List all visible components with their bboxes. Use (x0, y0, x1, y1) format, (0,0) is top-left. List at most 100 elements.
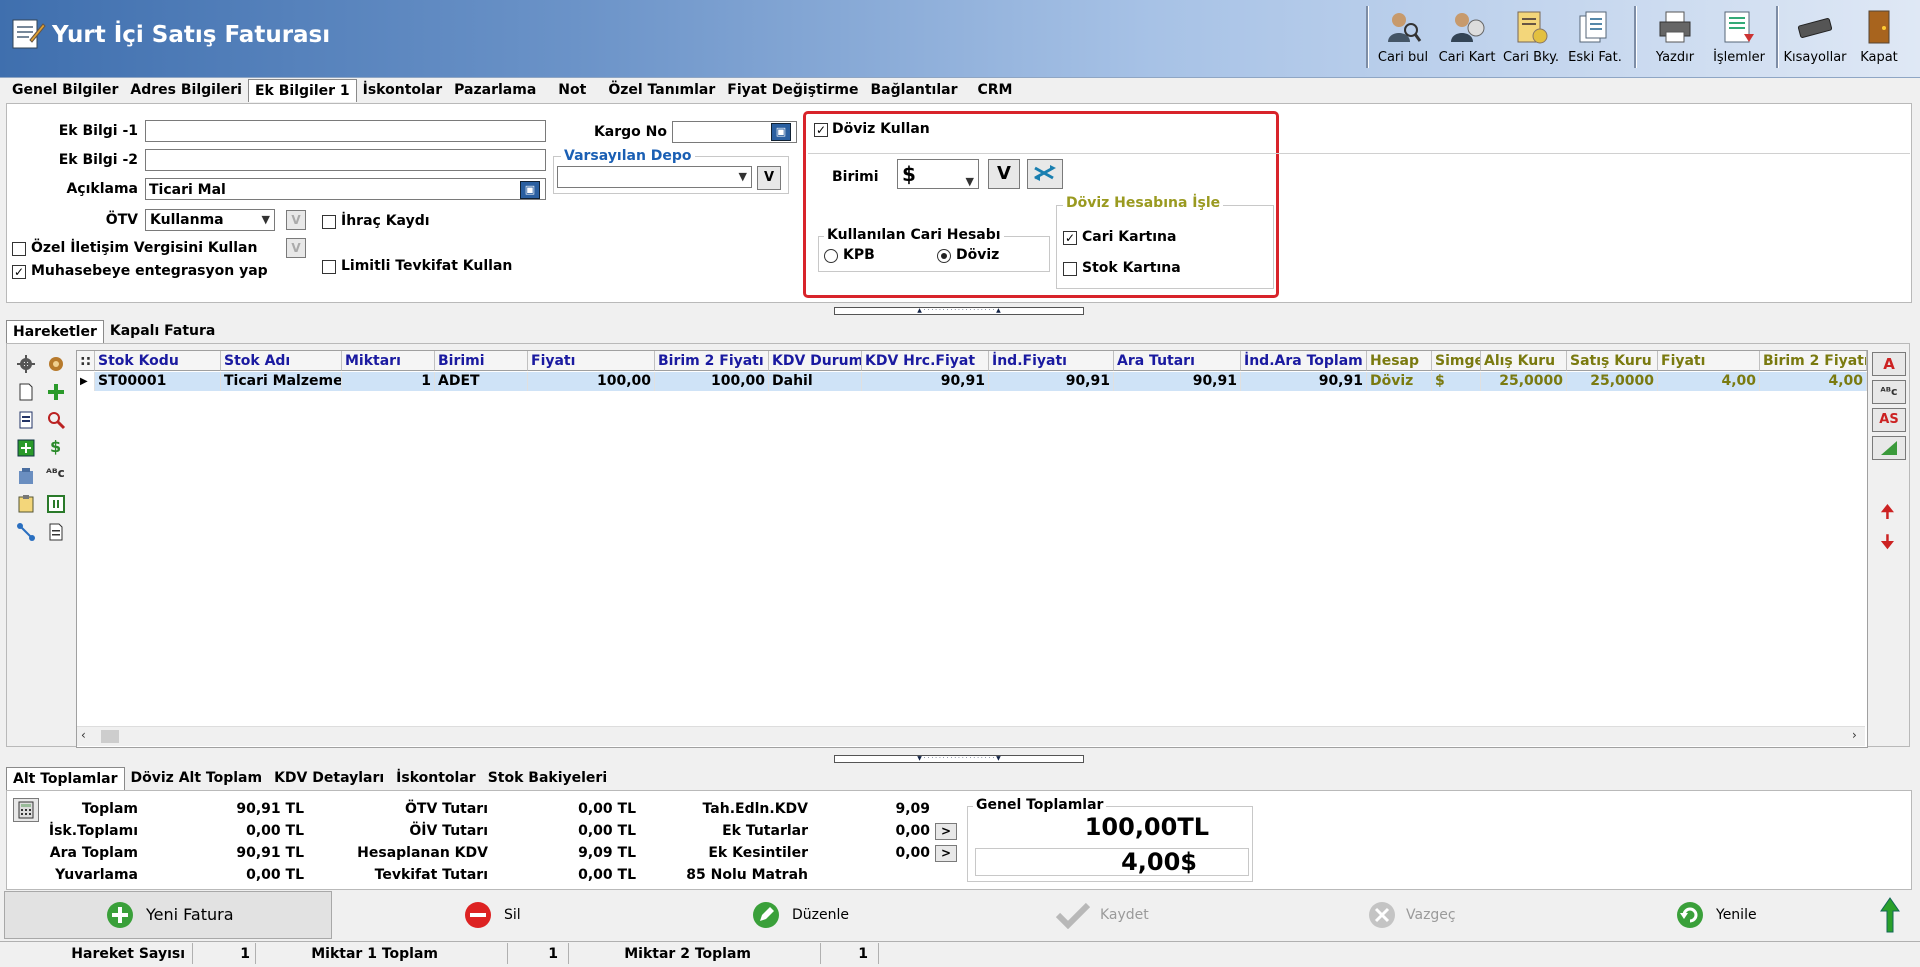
table-cell[interactable]: Dahil (769, 372, 862, 391)
doviz-kullan-checkbox[interactable]: ✓ (814, 123, 828, 137)
cari-bakiye-button[interactable]: Cari Bky. (1500, 4, 1562, 70)
exchange-rate-button[interactable] (1027, 159, 1063, 189)
panel-splitter[interactable]: ▲ · · · · · · · · · · · · · · · · · · · … (834, 307, 1084, 315)
col-header-doviz-fiyati[interactable]: Fiyatı (1658, 351, 1760, 371)
ozel-iletisim-checkbox[interactable] (12, 242, 26, 256)
table-cell[interactable]: 90,91 (1114, 372, 1241, 391)
calculator-button[interactable] (13, 798, 39, 822)
col-header-birimi[interactable]: Birimi (435, 351, 528, 371)
yazdir-button[interactable]: Yazdır (1644, 4, 1706, 70)
search-zoom-icon[interactable] (46, 410, 66, 430)
aciklama-lookup-icon[interactable]: ▣ (520, 181, 540, 199)
col-header-doviz-birim2-fiyati[interactable]: Birim 2 Fiyatı (1760, 351, 1867, 371)
tab-kapali-fatura[interactable]: Kapalı Fatura (104, 320, 221, 342)
tab-hareketler[interactable]: Hareketler (6, 320, 104, 343)
tab-doviz-alt-toplam[interactable]: Döviz Alt Toplam (125, 767, 269, 789)
table-cell[interactable]: 90,91 (862, 372, 989, 391)
tab-iskontolar-bottom[interactable]: İskontolar (390, 767, 482, 789)
col-header-kdv-durumu[interactable]: KDV Durumu (769, 351, 862, 371)
varsayilan-depo-select[interactable]: ▼ (557, 166, 752, 188)
table-cell[interactable]: 90,91 (989, 372, 1114, 391)
tab-iskontolar[interactable]: İskontolar (357, 79, 449, 101)
kapat-button[interactable]: Kapat (1848, 4, 1910, 70)
columns-gear-icon[interactable] (46, 354, 66, 374)
text-format-icon[interactable]: ᴬᴮc (46, 466, 65, 480)
col-header-satis-kuru[interactable]: Satış Kuru (1567, 351, 1658, 371)
grid-splitter[interactable]: ▼ · · · · · · · · · · · · · · · · · · · … (834, 755, 1084, 763)
ozel-iletisim-v-button[interactable]: V (286, 238, 306, 258)
tab-baglantilar[interactable]: Bağlantılar (865, 79, 964, 101)
col-header-birim2-fiyati[interactable]: Birim 2 Fiyatı (655, 351, 769, 371)
add-green-box-icon[interactable] (16, 438, 36, 458)
sil-button[interactable]: Sil (504, 907, 521, 923)
font-as-button[interactable]: AS (1872, 408, 1906, 432)
col-header-hesap[interactable]: Hesap (1367, 351, 1432, 371)
text-case-button[interactable]: ᴬᴮc (1872, 380, 1906, 404)
col-header-stok-adi[interactable]: Stok Adı (221, 351, 342, 371)
cari-kart-button[interactable]: Cari Kart (1436, 4, 1498, 70)
depo-v-button[interactable]: V (757, 166, 781, 190)
tab-alt-toplamlar[interactable]: Alt Toplamlar (6, 767, 125, 790)
ek-bilgi-1-input[interactable] (145, 120, 546, 142)
scroll-right-icon[interactable]: › (1852, 728, 1857, 742)
ek-kesintiler-button[interactable]: > (935, 845, 957, 862)
yenile-button[interactable]: Yenile (1716, 907, 1757, 923)
tab-genel-bilgiler[interactable]: Genel Bilgiler (6, 79, 124, 101)
settings-gear-icon[interactable] (16, 354, 36, 374)
table-cell[interactable]: $ (1432, 372, 1481, 391)
table-cell[interactable]: 25,0000 (1481, 372, 1567, 391)
tab-crm[interactable]: CRM (964, 79, 1027, 101)
col-header-ara-tutari[interactable]: Ara Tutarı (1114, 351, 1241, 371)
refresh-green-circle-icon[interactable] (1676, 901, 1704, 929)
table-cell[interactable]: 4,00 (1760, 372, 1867, 391)
report-page-icon[interactable] (46, 522, 66, 542)
table-cell[interactable]: ADET (435, 372, 528, 391)
horizontal-scrollbar[interactable]: ‹ › (77, 726, 1865, 746)
cari-kartina-checkbox[interactable]: ✓ (1063, 231, 1077, 245)
tab-not[interactable]: Not (542, 79, 602, 101)
cari-bul-button[interactable]: Cari bul (1372, 4, 1434, 70)
table-cell[interactable]: 1 (342, 372, 435, 391)
table-cell[interactable]: Ticari Malzeme (221, 372, 342, 391)
stok-kartina-checkbox[interactable] (1063, 262, 1077, 276)
dollar-icon[interactable]: $ (50, 437, 61, 456)
col-header-stok-kodu[interactable]: Stok Kodu (95, 351, 221, 371)
move-down-arrow-icon[interactable]: 🠋 (1880, 530, 1895, 560)
document-list-icon[interactable] (16, 410, 36, 430)
kpb-radio[interactable] (824, 249, 838, 263)
delete-red-circle-icon[interactable] (464, 901, 492, 929)
otv-select[interactable]: Kullanma ▼ (145, 209, 275, 231)
scroll-top-arrow-icon[interactable] (1880, 897, 1900, 933)
font-a-button[interactable]: A (1872, 352, 1906, 376)
duzenle-button[interactable]: Düzenle (792, 907, 849, 923)
tab-stok-bakiyeleri[interactable]: Stok Bakiyeleri (482, 767, 613, 789)
clipboard-icon[interactable] (16, 494, 36, 514)
col-header-miktari[interactable]: Miktarı (342, 351, 435, 371)
table-cell[interactable]: 100,00 (655, 372, 769, 391)
tab-ek-bilgiler-1[interactable]: Ek Bilgiler 1 (247, 79, 357, 102)
tab-pazarlama[interactable]: Pazarlama (448, 79, 542, 101)
save-check-icon[interactable] (1056, 901, 1090, 929)
eski-fatura-button[interactable]: Eski Fat. (1564, 4, 1626, 70)
muhasebe-checkbox[interactable]: ✓ (12, 265, 26, 279)
birimi-select[interactable]: $ ▼ (897, 159, 979, 189)
ek-tutarlar-button[interactable]: > (935, 823, 957, 840)
tab-ozel-tanimlar[interactable]: Özel Tanımlar (602, 79, 721, 101)
scroll-thumb[interactable] (101, 730, 119, 743)
kargo-lookup-icon[interactable]: ▣ (771, 123, 791, 141)
kisayollar-button[interactable]: Kısayollar (1783, 4, 1847, 70)
kaydet-button[interactable]: Kaydet (1100, 907, 1149, 923)
scroll-left-icon[interactable]: ‹ (81, 728, 86, 742)
tab-fiyat-degistirme[interactable]: Fiyat Değiştirme (721, 79, 864, 101)
limitli-tevkifat-checkbox[interactable] (322, 260, 336, 274)
table-cell[interactable]: 90,91 (1241, 372, 1367, 391)
tab-kdv-detaylari[interactable]: KDV Detayları (268, 767, 390, 789)
birimi-v-button[interactable]: V (988, 159, 1020, 189)
ihrac-kaydi-checkbox[interactable] (322, 215, 336, 229)
add-plus-icon[interactable] (46, 382, 66, 402)
move-up-arrow-icon[interactable]: 🠉 (1880, 500, 1895, 530)
col-header-simge[interactable]: Simge (1432, 351, 1481, 371)
pause-box-icon[interactable] (46, 494, 66, 514)
otv-v-button[interactable]: V (286, 210, 306, 230)
vazgec-button[interactable]: Vazgeç (1406, 907, 1456, 923)
